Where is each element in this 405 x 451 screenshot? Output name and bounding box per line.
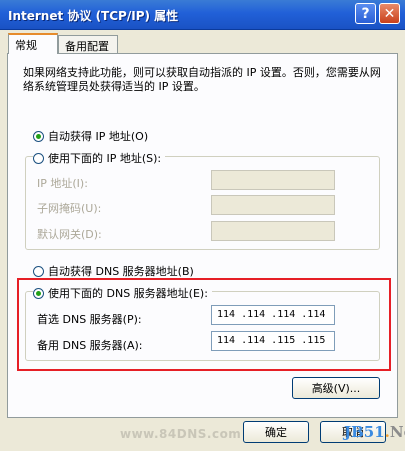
auto-ip-label: 自动获得 IP 地址(O) [48, 130, 149, 143]
subnet-mask-label: 子网掩码(U): [37, 202, 102, 215]
subnet-mask-input[interactable] [211, 195, 335, 215]
title-bar: Internet 协议 (TCP/IP) 属性 ? ✕ [0, 0, 405, 30]
preferred-dns-input[interactable]: 114 .114 .114 .114 [211, 305, 335, 325]
auto-dns-label: 自动获得 DNS 服务器地址(B) [48, 265, 194, 278]
help-icon: ? [361, 5, 370, 22]
alternate-dns-input[interactable]: 114 .114 .115 .115 [211, 331, 335, 351]
site-logo: JB51.Net [344, 423, 405, 441]
auto-ip-option[interactable]: 自动获得 IP 地址(O) [33, 128, 148, 144]
help-button[interactable]: ? [355, 3, 376, 24]
close-icon: ✕ [383, 5, 396, 22]
logo-part-3: Net [389, 423, 405, 441]
watermark: www.84DNS.com [120, 427, 242, 441]
logo-part-1: JB51 [344, 423, 385, 441]
advanced-button[interactable]: 高级(V)... [292, 377, 380, 399]
auto-dns-radio[interactable] [33, 265, 44, 277]
manual-dns-radio[interactable] [33, 287, 44, 299]
close-button[interactable]: ✕ [379, 3, 400, 24]
window-title: Internet 协议 (TCP/IP) 属性 [8, 9, 179, 23]
auto-ip-radio[interactable] [33, 130, 44, 142]
manual-dns-label: 使用下面的 DNS 服务器地址(E): [48, 287, 208, 300]
intro-text: 如果网络支持此功能，则可以获取自动指派的 IP 设置。否则，您需要从网络系统管理… [23, 66, 381, 93]
ok-button[interactable]: 确定 [243, 421, 309, 443]
manual-ip-option[interactable]: 使用下面的 IP 地址(S): [33, 150, 166, 166]
manual-ip-radio[interactable] [33, 152, 44, 164]
default-gateway-label: 默认网关(D): [37, 228, 102, 241]
alternate-dns-label: 备用 DNS 服务器(A): [37, 339, 143, 352]
default-gateway-input[interactable] [211, 221, 335, 241]
ip-address-input[interactable] [211, 170, 335, 190]
tab-general[interactable]: 常规 [8, 33, 58, 54]
manual-dns-option[interactable]: 使用下面的 DNS 服务器地址(E): [33, 285, 212, 301]
tab-alternate-config[interactable]: 备用配置 [58, 35, 118, 53]
preferred-dns-label: 首选 DNS 服务器(P): [37, 313, 142, 326]
ip-address-label: IP 地址(I): [37, 177, 88, 190]
auto-dns-option[interactable]: 自动获得 DNS 服务器地址(B) [33, 263, 194, 279]
manual-ip-label: 使用下面的 IP 地址(S): [48, 152, 162, 165]
